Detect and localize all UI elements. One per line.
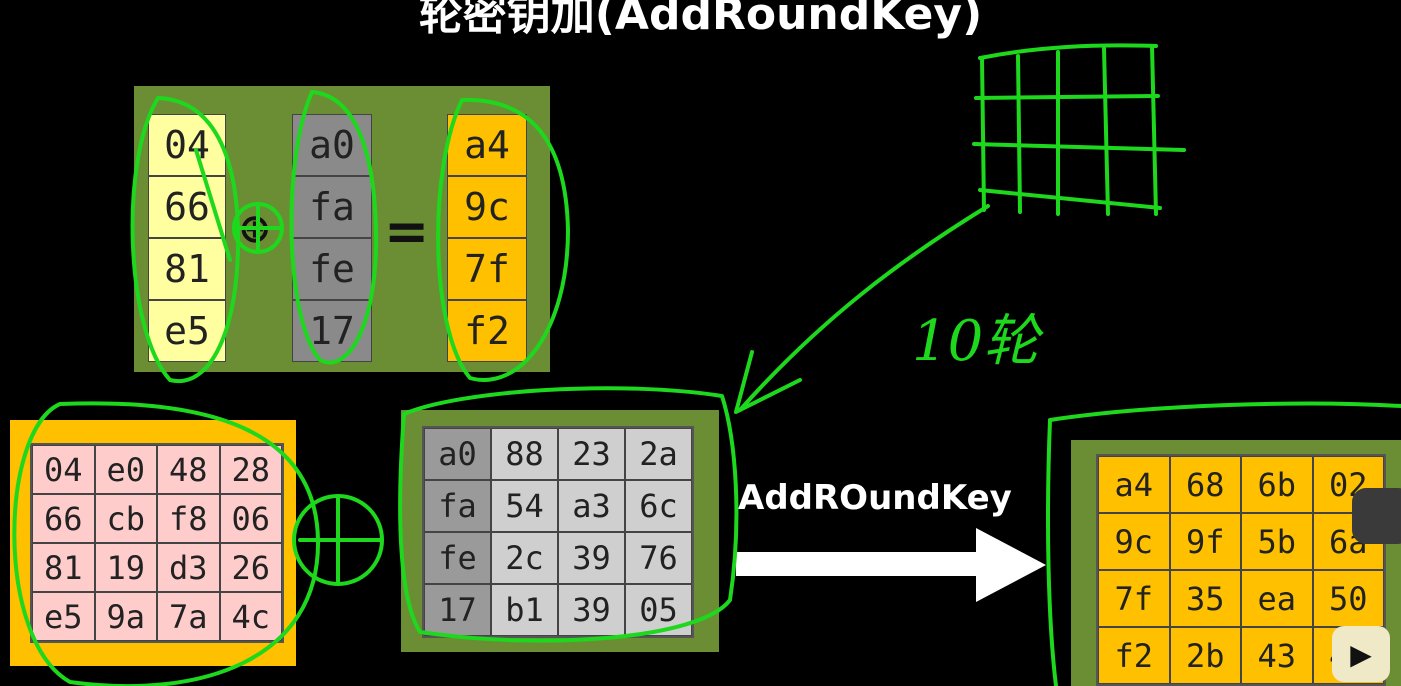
state-cell: 9a — [94, 592, 157, 641]
state-col-cell: 04 — [148, 114, 226, 176]
xor-symbol: ⊕ — [238, 206, 272, 252]
right-arrow-icon — [736, 528, 1046, 602]
round-key-matrix: a0 88 23 2a fa 54 a3 6c fe 2c 39 76 17 b… — [422, 426, 694, 638]
state-cell: 7a — [157, 592, 220, 641]
key-cell: 17 — [424, 584, 491, 636]
result-col-cell: a4 — [447, 114, 527, 176]
result-cell: 6b — [1241, 456, 1313, 513]
key-col-cell: 17 — [292, 300, 372, 362]
state-cell: e5 — [32, 592, 95, 641]
handwritten-note: 10轮 — [912, 309, 1040, 374]
state-cell: 04 — [32, 445, 95, 494]
state-col-cell: 81 — [148, 238, 226, 300]
key-col-cell: fe — [292, 238, 372, 300]
key-cell: 05 — [625, 584, 692, 636]
key-cell: 88 — [491, 428, 558, 480]
state-cell: 28 — [219, 445, 282, 494]
result-cell: 7f — [1098, 570, 1170, 627]
key-cell: b1 — [491, 584, 558, 636]
key-cell: 23 — [558, 428, 625, 480]
state-cell: cb — [94, 494, 157, 543]
key-col-cell: a0 — [292, 114, 372, 176]
result-column: a4 9c 7f f2 — [447, 114, 527, 362]
player-badge-icon[interactable]: ▶ — [1332, 626, 1390, 682]
result-cell: f2 — [1098, 627, 1170, 684]
state-cell: 26 — [219, 543, 282, 592]
page-title: 轮密钥加(AddRoundKey) — [418, 0, 983, 40]
side-handle[interactable] — [1352, 488, 1401, 544]
result-cell: 50 — [1312, 570, 1384, 627]
key-cell: 2a — [625, 428, 692, 480]
state-cell: d3 — [157, 543, 220, 592]
state-cell: 48 — [157, 445, 220, 494]
state-col-cell: 66 — [148, 176, 226, 238]
result-cell: 9c — [1098, 513, 1170, 570]
state-cell: e0 — [94, 445, 157, 494]
result-cell: 68 — [1169, 456, 1241, 513]
result-col-cell: 7f — [447, 238, 527, 300]
key-col-cell: fa — [292, 176, 372, 238]
result-col-cell: 9c — [447, 176, 527, 238]
key-cell: a3 — [558, 480, 625, 532]
state-cell: 19 — [94, 543, 157, 592]
result-cell: 5b — [1241, 513, 1313, 570]
result-cell: 43 — [1241, 627, 1313, 684]
key-cell: fa — [424, 480, 491, 532]
key-cell: a0 — [424, 428, 491, 480]
state-col-cell: e5 — [148, 300, 226, 362]
key-cell: 54 — [491, 480, 558, 532]
state-matrix: 04 e0 48 28 66 cb f8 06 81 19 d3 26 e5 9… — [30, 443, 284, 643]
key-cell: fe — [424, 532, 491, 584]
result-cell: ea — [1241, 570, 1313, 627]
state-cell: f8 — [157, 494, 220, 543]
state-cell: 66 — [32, 494, 95, 543]
arrow-label: AddROundKey — [738, 478, 1012, 518]
key-cell: 6c — [625, 480, 692, 532]
key-cell: 39 — [558, 584, 625, 636]
state-column: 04 66 81 e5 — [148, 114, 226, 362]
result-col-cell: f2 — [447, 300, 527, 362]
state-cell: 06 — [219, 494, 282, 543]
result-cell: a4 — [1098, 456, 1170, 513]
result-cell: 9f — [1169, 513, 1241, 570]
key-column: a0 fa fe 17 — [292, 114, 372, 362]
key-cell: 2c — [491, 532, 558, 584]
state-cell: 81 — [32, 543, 95, 592]
state-cell: 4c — [219, 592, 282, 641]
equals-symbol: = — [384, 200, 430, 263]
key-cell: 39 — [558, 532, 625, 584]
result-cell: 2b — [1169, 627, 1241, 684]
result-cell: 35 — [1169, 570, 1241, 627]
key-cell: 76 — [625, 532, 692, 584]
